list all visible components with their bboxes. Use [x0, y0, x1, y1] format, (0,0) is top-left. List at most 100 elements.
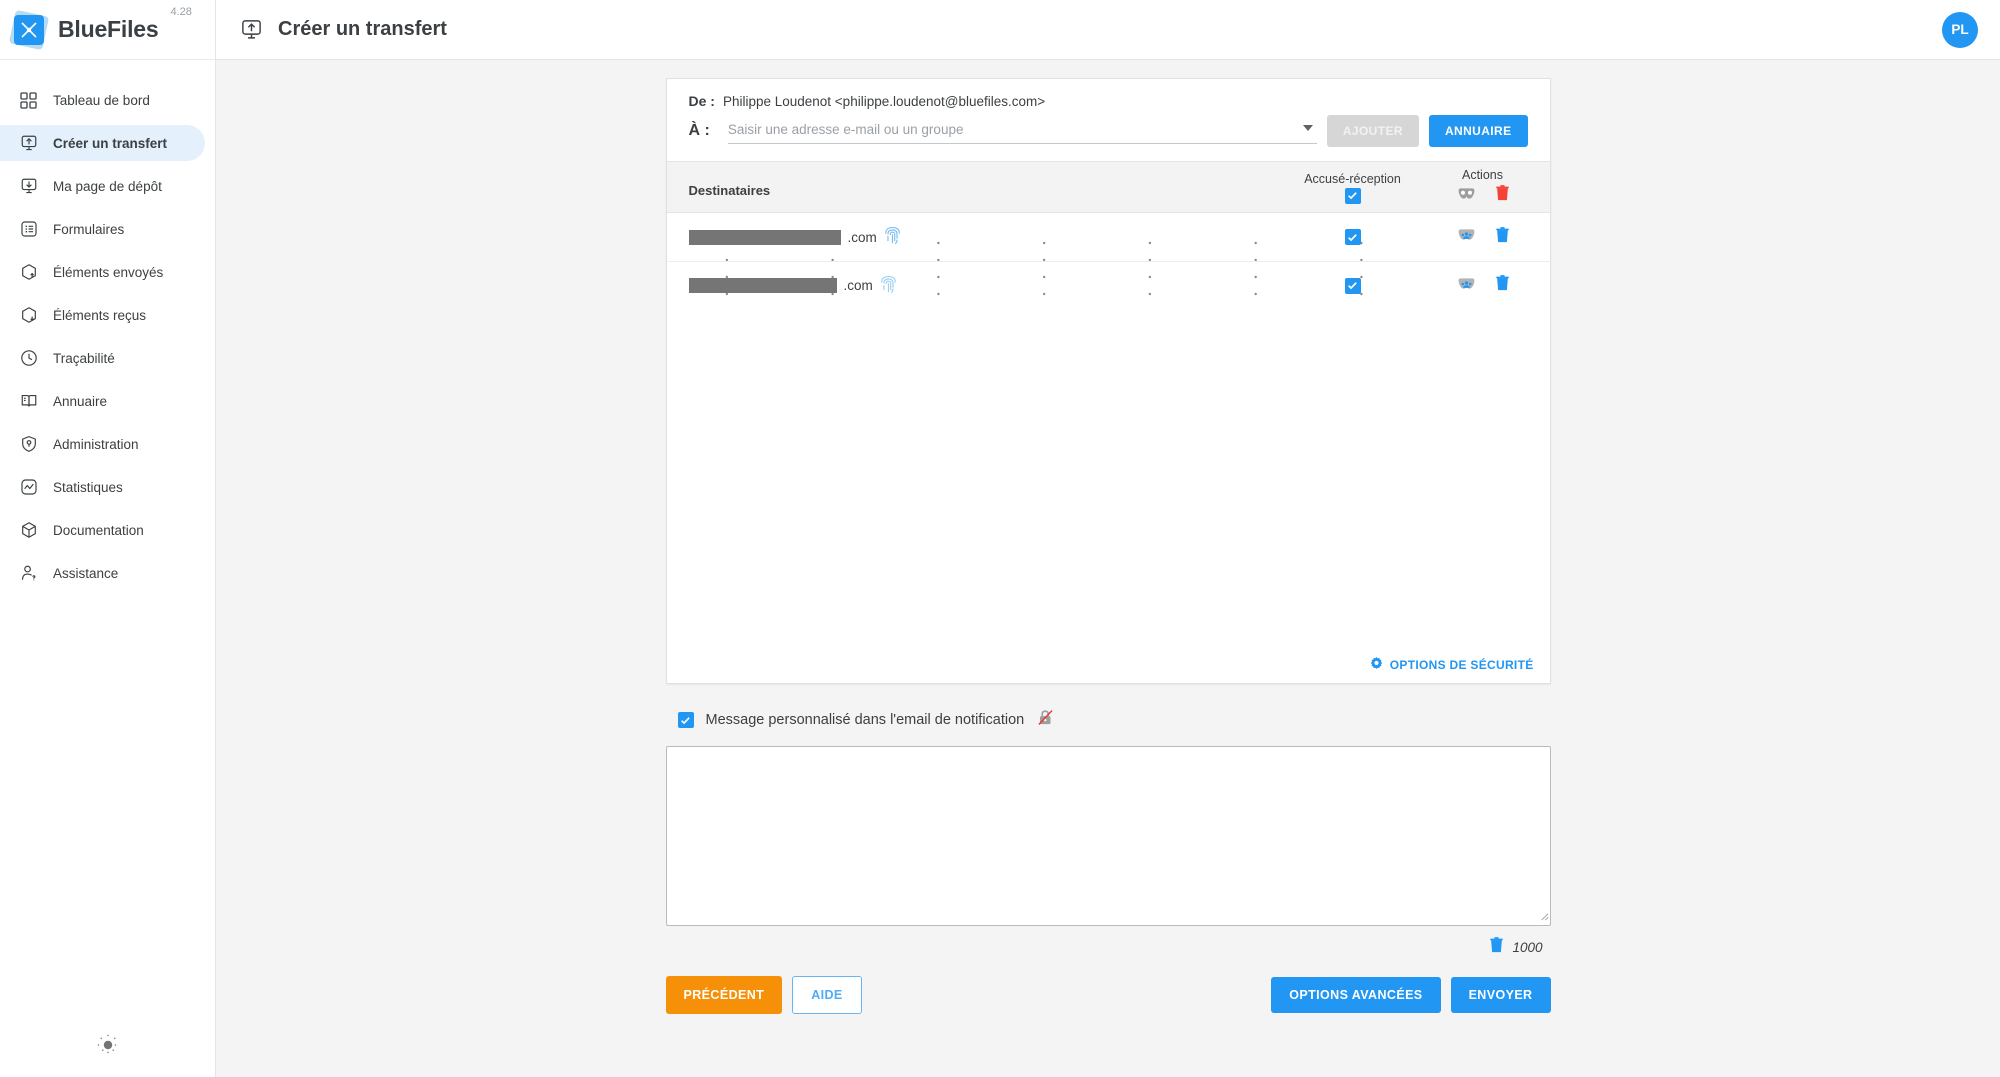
sidebar-item-label: Traçabilité [53, 350, 115, 366]
sidebar-item-documentation[interactable]: Documentation [0, 512, 205, 548]
receipt-checkbox[interactable] [1344, 229, 1361, 245]
mask-people-icon[interactable] [1457, 228, 1476, 246]
box-up-icon [18, 262, 39, 283]
recipient-email: .com [688, 275, 897, 297]
trash-icon[interactable] [1495, 275, 1509, 296]
sidebar-item-label: Ma page de dépôt [53, 178, 162, 194]
to-row: À : AJOUTER ANNUAIRE [689, 115, 1528, 151]
sidebar-item-tracabilite[interactable]: Traçabilité [0, 340, 205, 376]
bluefiles-x-logo [8, 9, 50, 50]
chevron-down-icon[interactable] [1302, 125, 1313, 131]
download-monitor-icon [18, 176, 39, 197]
sidebar-item-label: Administration [53, 436, 139, 452]
trash-icon[interactable] [1490, 937, 1504, 958]
mask-icon[interactable] [1457, 187, 1476, 205]
sidebar-item-ma-page-de-depot[interactable]: Ma page de dépôt [0, 168, 205, 204]
send-button[interactable]: ENVOYER [1450, 977, 1551, 1013]
box-down-icon [18, 305, 39, 326]
table-row[interactable]: .com [666, 261, 1550, 309]
sidebar-item-elements-envoyes[interactable]: Éléments envoyés [0, 254, 205, 290]
list-form-icon [18, 219, 39, 240]
sidebar-item-tableau-de-bord[interactable]: Tableau de bord [0, 82, 205, 118]
personalized-message-checkbox[interactable] [677, 712, 694, 728]
recipients-rows-area: .com .com OPTIONS DE SÉCURITÉ [666, 213, 1550, 683]
row-receipt-cell [1288, 277, 1418, 294]
message-textarea[interactable] [665, 746, 1551, 926]
previous-button[interactable]: PRÉCÉDENT [665, 976, 783, 1014]
sidebar-item-elements-recus[interactable]: Éléments reçus [0, 297, 205, 333]
character-counter-value: 1000 [1512, 940, 1543, 955]
sun-brightness-icon [97, 1034, 119, 1061]
sidebar-item-label: Tableau de bord [53, 92, 150, 108]
from-row: De : Philippe Loudenot <philippe.loudeno… [689, 93, 1528, 109]
sidebar: BlueFiles 4.28 Tableau de bord Créer un … [0, 0, 216, 1077]
shield-key-icon [18, 434, 39, 455]
redacted-email-block [688, 278, 837, 293]
page-title: Créer un transfert [278, 18, 447, 40]
center-column: De : Philippe Loudenot <philippe.loudeno… [665, 78, 1551, 1014]
row-receipt-cell [1288, 229, 1418, 245]
footer-actions: PRÉCÉDENT AIDE OPTIONS AVANCÉES ENVOYER [665, 976, 1551, 1014]
row-actions-cell [1424, 275, 1542, 296]
from-value: Philippe Loudenot <philippe.loudenot@blu… [722, 94, 1046, 109]
fingerprint-icon[interactable] [880, 275, 897, 297]
sidebar-item-statistiques[interactable]: Statistiques [0, 469, 205, 505]
content: De : Philippe Loudenot <philippe.loudeno… [216, 60, 2000, 1077]
advanced-options-button[interactable]: OPTIONS AVANCÉES [1271, 977, 1441, 1013]
avatar[interactable]: PL [1942, 11, 1978, 48]
sidebar-item-label: Documentation [53, 522, 144, 538]
sidebar-item-annuaire[interactable]: Annuaire [0, 383, 205, 419]
brand[interactable]: BlueFiles 4.28 [0, 0, 215, 60]
recipient-input[interactable] [727, 118, 1317, 144]
table-row[interactable]: .com [667, 213, 1550, 261]
to-label: À : [688, 122, 710, 139]
sidebar-nav: Tableau de bord Créer un transfert Ma pa… [0, 82, 215, 591]
brand-version: 4.28 [170, 6, 192, 18]
add-recipient-button[interactable]: AJOUTER [1326, 115, 1419, 147]
sidebar-item-label: Éléments reçus [53, 307, 147, 323]
security-options-link[interactable]: OPTIONS DE SÉCURITÉ [1370, 657, 1534, 673]
personalized-message-label: Message personnalisé dans l'email de not… [705, 712, 1025, 728]
sidebar-item-label: Statistiques [53, 479, 123, 495]
sidebar-item-administration[interactable]: Administration [0, 426, 205, 462]
trash-icon[interactable] [1495, 226, 1509, 248]
recipients-table-header: Destinataires Accusé-réception Actions [666, 161, 1550, 213]
sidebar-item-label: Éléments envoyés [53, 264, 164, 280]
message-textarea-wrap [665, 746, 1551, 931]
column-header-actions-label: Actions [1462, 168, 1503, 182]
mask-people-icon[interactable] [1457, 277, 1476, 295]
chart-line-icon [18, 477, 39, 498]
gear-icon [1370, 657, 1383, 673]
column-header-receipt-label: Accusé-réception [1304, 171, 1401, 186]
security-options-label: OPTIONS DE SÉCURITÉ [1389, 658, 1534, 672]
app-root: BlueFiles 4.28 Tableau de bord Créer un … [0, 0, 2000, 1077]
theme-toggle-button[interactable] [0, 1034, 216, 1061]
lock-crossed-icon[interactable] [1036, 708, 1055, 732]
main-area: Créer un transfert PL De : Philippe Loud… [216, 0, 2000, 1077]
help-button[interactable]: AIDE [792, 976, 862, 1014]
sidebar-item-label: Formulaires [53, 221, 125, 237]
brand-name: BlueFiles [58, 16, 159, 42]
personalized-message-row: Message personnalisé dans l'email de not… [677, 708, 1551, 732]
sidebar-item-label: Créer un transfert [53, 135, 168, 151]
book-icon [18, 391, 39, 412]
recipient-email: .com [688, 226, 901, 248]
from-label: De : [688, 93, 715, 109]
character-counter: 1000 [666, 937, 1551, 958]
sidebar-item-assistance[interactable]: Assistance [0, 555, 205, 591]
cube-icon [18, 520, 39, 541]
sidebar-item-label: Annuaire [53, 393, 108, 409]
recipients-card: De : Philippe Loudenot <philippe.loudeno… [665, 78, 1551, 684]
user-question-icon [18, 563, 39, 584]
row-actions-cell [1424, 226, 1542, 248]
receipt-checkbox[interactable] [1344, 277, 1361, 294]
clock-icon [18, 348, 39, 369]
fingerprint-icon[interactable] [884, 226, 901, 248]
trash-icon[interactable] [1495, 185, 1509, 206]
recipient-email-suffix: .com [847, 229, 877, 245]
redacted-email-block [688, 229, 841, 245]
receipt-select-all-checkbox[interactable] [1344, 187, 1361, 204]
sidebar-item-creer-un-transfert[interactable]: Créer un transfert [0, 125, 205, 161]
directory-button[interactable]: ANNUAIRE [1428, 115, 1528, 147]
sidebar-item-formulaires[interactable]: Formulaires [0, 211, 205, 247]
